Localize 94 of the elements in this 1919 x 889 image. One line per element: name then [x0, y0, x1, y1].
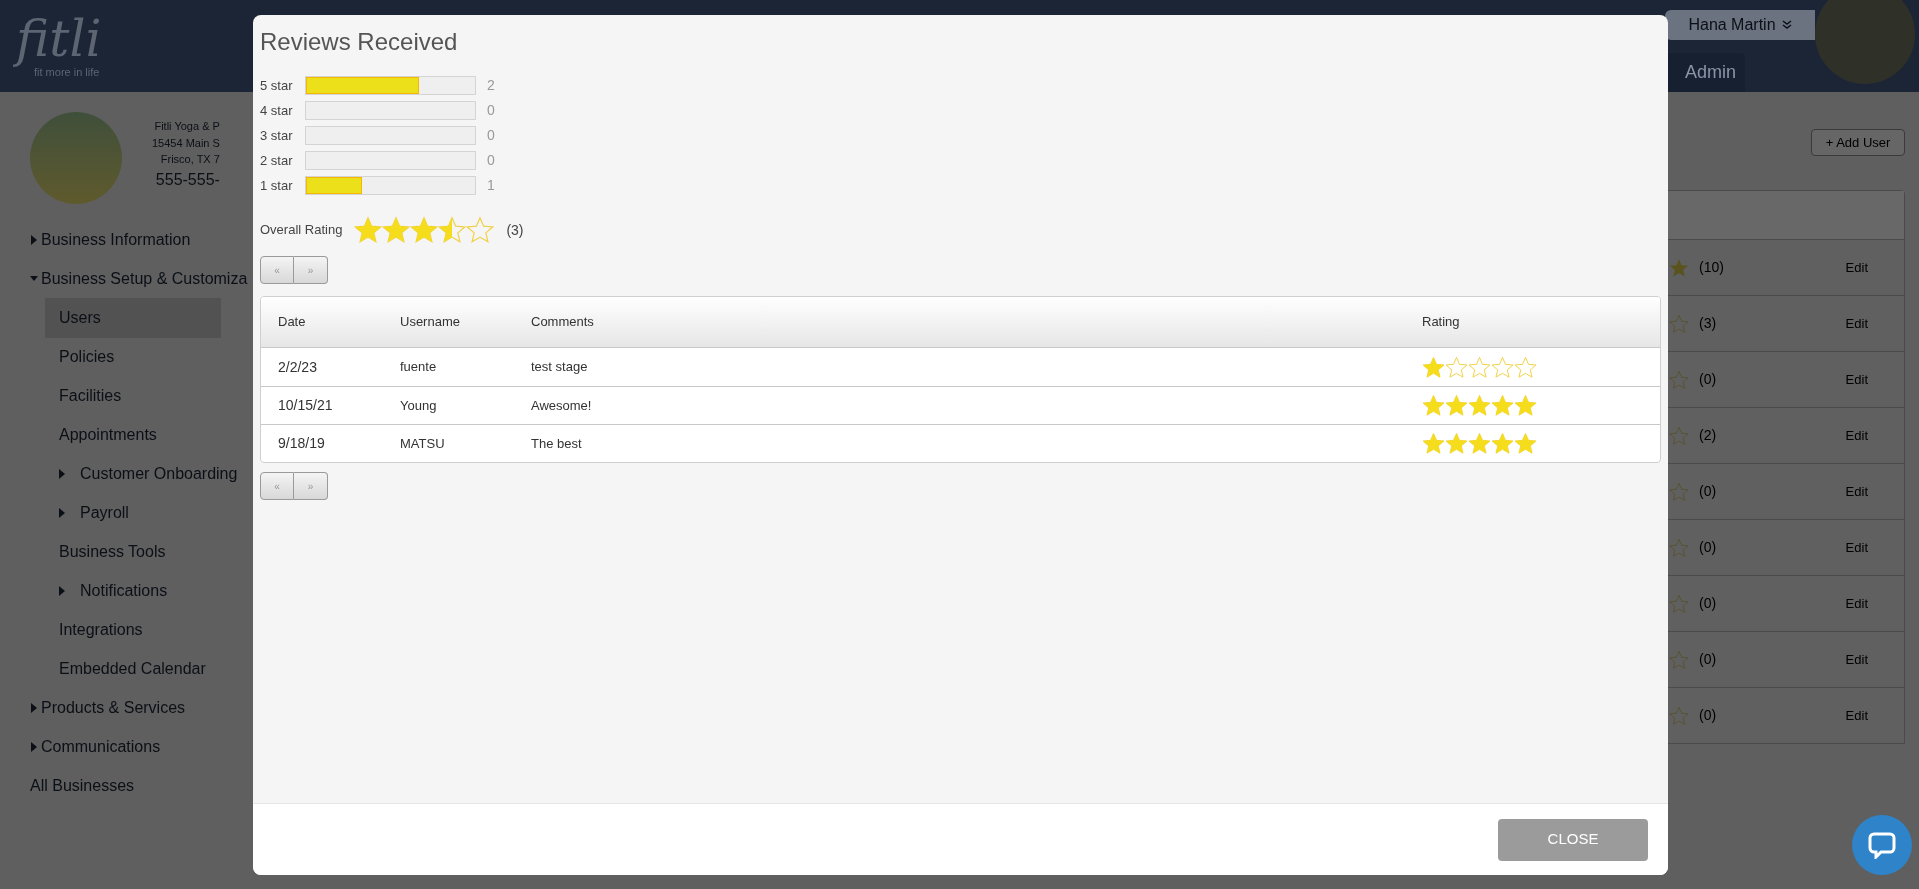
sidebar-item[interactable]: Business Tools [59, 539, 166, 564]
edit-link[interactable]: Edit [1845, 649, 1868, 670]
sidebar-item[interactable]: Business Information [41, 227, 191, 252]
date-cell-text: 10/15/21 [277, 396, 334, 415]
rating-label: 5 star [260, 76, 294, 95]
date-cell-text: 2/2/23 [277, 357, 318, 377]
star-outline-icon [466, 216, 495, 244]
business-phone: 555-555- [155, 169, 220, 190]
edit-link[interactable]: Edit [1845, 369, 1868, 390]
rating-count: 0 [487, 126, 495, 145]
speech-bubble-icon [1868, 831, 1896, 859]
add-user-button[interactable]: + Add User [1811, 129, 1905, 156]
star-icon [354, 216, 383, 244]
star-icon [1422, 355, 1445, 379]
star-icon [382, 216, 411, 244]
chat-button[interactable] [1852, 815, 1912, 875]
review-count: (3) [1699, 314, 1717, 333]
star-icon [1514, 432, 1537, 455]
star-outline-icon [1445, 355, 1468, 379]
overall-review-count: (3) [506, 220, 524, 240]
sidebar-item[interactable]: Facilities [59, 383, 122, 408]
star-icon [1491, 394, 1514, 417]
review-count: (2) [1699, 426, 1717, 445]
next-page-button[interactable]: » [294, 472, 328, 500]
review-count: (0) [1699, 482, 1717, 501]
star-outline-icon [1468, 355, 1491, 379]
date-cell-text: 9/18/19 [277, 434, 326, 453]
column-header: Comments [531, 313, 595, 332]
star-icon [1445, 432, 1468, 455]
sidebar-item[interactable]: Embedded Calendar [59, 656, 206, 681]
sidebar-item[interactable]: Policies [59, 344, 115, 369]
edit-link[interactable]: Edit [1845, 425, 1868, 446]
review-count: (10) [1699, 258, 1724, 277]
rating-label: 3 star [260, 126, 294, 145]
sidebar-item[interactable]: Business Setup & Customiza [41, 266, 248, 291]
sidebar-item[interactable]: Products & Services [41, 695, 186, 720]
business-city: Frisco, TX 7 [160, 152, 220, 167]
comment-cell-text: Awesome! [531, 396, 593, 415]
edit-link[interactable]: Edit [1845, 593, 1868, 614]
rating-label: 2 star [260, 151, 294, 170]
star-icon [410, 216, 439, 244]
overall-rating-label: Overall Rating [260, 221, 343, 240]
logo-tagline: fit more in life [34, 66, 101, 80]
column-header: Username [400, 313, 461, 332]
sidebar-item[interactable]: Payroll [80, 500, 129, 525]
username-cell-text: Young [400, 396, 438, 415]
review-count: (0) [1699, 538, 1717, 557]
review-count: (0) [1699, 706, 1717, 725]
star-icon [1422, 432, 1445, 455]
comment-cell-text: The best [531, 434, 583, 453]
sidebar-item[interactable]: Customer Onboarding [80, 461, 238, 486]
rating-label: 1 star [260, 176, 294, 195]
sidebar-item[interactable]: Communications [41, 734, 161, 759]
edit-link[interactable]: Edit [1845, 481, 1868, 502]
star-outline-icon [1491, 355, 1514, 379]
star-outline-icon [1514, 355, 1537, 379]
sidebar-item[interactable]: Appointments [59, 422, 157, 447]
close-button[interactable]: CLOSE [1498, 818, 1648, 861]
rating-label: 4 star [260, 101, 294, 120]
half-star-icon [438, 216, 467, 244]
star-icon [1422, 394, 1445, 417]
rating-count: 0 [487, 101, 495, 120]
sidebar-item[interactable]: All Businesses [30, 773, 135, 798]
star-icon [1491, 432, 1514, 455]
rating-count: 1 [487, 176, 495, 195]
previous-page-button[interactable]: « [260, 472, 294, 500]
review-count: (0) [1699, 594, 1717, 613]
user-menu[interactable]: Hana Martin [1665, 10, 1815, 40]
star-icon [1445, 394, 1468, 417]
business-address: 15454 Main S [152, 135, 220, 151]
edit-link[interactable]: Edit [1845, 705, 1868, 726]
sidebar-item[interactable]: Users [45, 297, 221, 338]
next-page-button[interactable]: » [294, 256, 328, 284]
comment-cell-text: test stage [531, 358, 589, 377]
star-icon [1514, 394, 1537, 417]
sidebar-item[interactable]: Integrations [59, 617, 143, 642]
sidebar-item[interactable]: Notifications [80, 578, 168, 603]
column-header: Date [277, 313, 307, 332]
double-chevron-down-icon [1781, 20, 1792, 30]
dialog-title: Reviews Received [260, 27, 459, 57]
edit-link[interactable]: Edit [1845, 537, 1868, 558]
edit-link[interactable]: Edit [1845, 257, 1868, 278]
review-count: (0) [1699, 650, 1717, 669]
rating-count: 2 [487, 76, 495, 95]
edit-link[interactable]: Edit [1845, 313, 1868, 334]
rating-count: 0 [487, 151, 495, 170]
previous-page-button[interactable]: « [260, 256, 294, 284]
column-header: Rating [1422, 313, 1461, 332]
star-icon [1468, 432, 1491, 455]
username-cell-text: MATSU [400, 434, 446, 453]
username-cell-text: fuente [400, 358, 438, 377]
business-name: Fitli Yoga & P [154, 119, 220, 134]
star-icon [1468, 394, 1491, 417]
review-count: (0) [1699, 370, 1717, 389]
